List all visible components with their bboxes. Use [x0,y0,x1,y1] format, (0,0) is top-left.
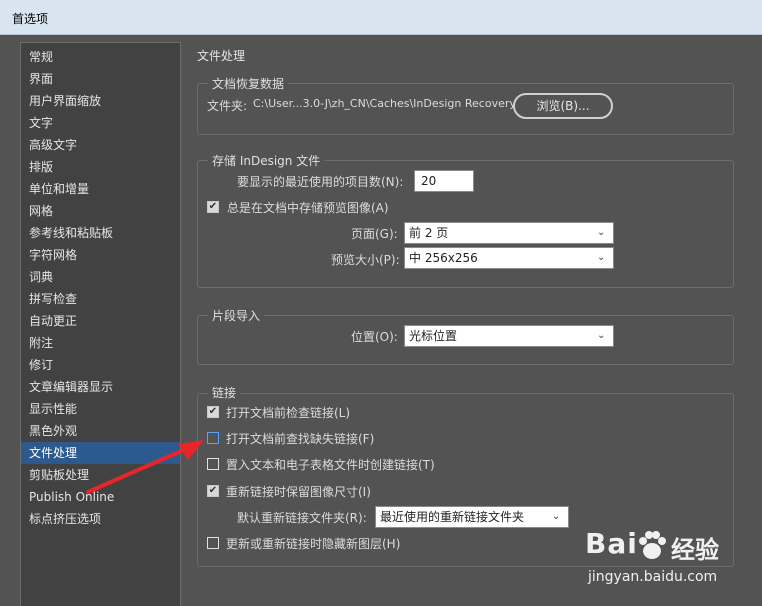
baidu-watermark: Bai 经验 jingyan.baidu.com [585,527,760,597]
watermark-url: jingyan.baidu.com [588,569,718,585]
watermark-brand-tail: 经验 [671,536,719,564]
annotation-arrow-icon [86,440,204,494]
paw-icon [639,531,666,559]
watermark-brand: Bai [585,527,638,560]
